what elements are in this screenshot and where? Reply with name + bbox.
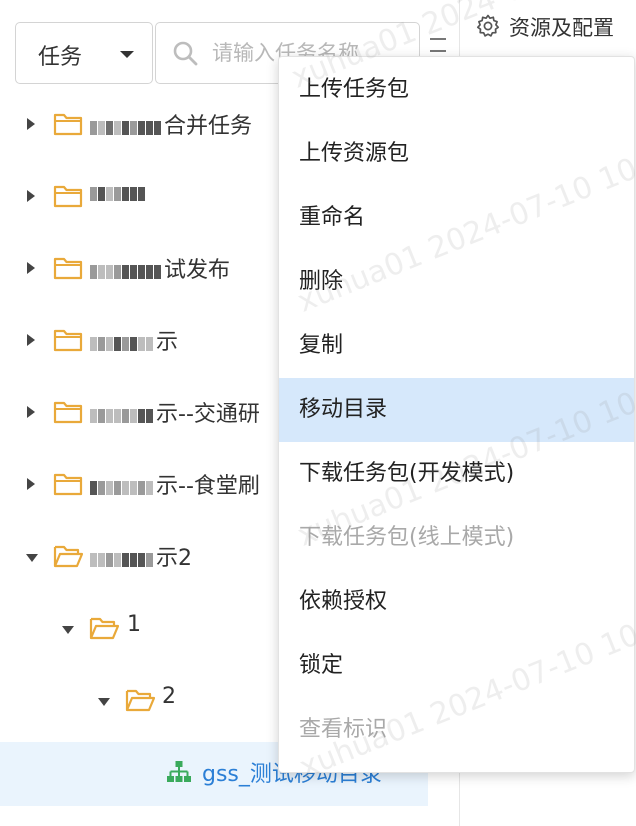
tree-label: 合并任务	[90, 108, 252, 140]
menu-item-lock[interactable]: 锁定	[279, 634, 634, 698]
redacted-text	[90, 115, 162, 140]
caret-right-icon[interactable]	[27, 478, 35, 490]
caret-right-icon[interactable]	[27, 190, 35, 202]
workflow-icon	[167, 761, 191, 782]
tree-label	[90, 180, 148, 206]
menu-item-download-online-mode: 下载任务包(线上模式)	[299, 525, 515, 550]
context-menu: 上传任务包 上传资源包 重命名 删除 复制 移动目录 下载任务包(开发模式) 下…	[278, 56, 635, 773]
menu-item-copy[interactable]: 复制	[279, 314, 634, 378]
redacted-text	[90, 181, 146, 206]
folder-open-icon	[125, 689, 155, 712]
filter-icon[interactable]	[430, 38, 446, 52]
resource-config-link[interactable]: 资源及配置	[509, 12, 614, 42]
redacted-text	[90, 331, 154, 356]
menu-item-view-identifier: 查看标识	[299, 717, 388, 742]
caret-right-icon[interactable]	[27, 262, 35, 274]
caret-down-icon[interactable]	[26, 554, 38, 562]
tree-label: 示--交通研	[90, 396, 260, 428]
menu-item-move-directory[interactable]: 移动目录	[279, 378, 634, 442]
type-select[interactable]: 任务	[15, 22, 153, 84]
folder-icon	[53, 185, 83, 208]
folder-icon	[53, 113, 83, 136]
folder-open-icon	[89, 617, 119, 640]
folder-icon	[53, 401, 83, 424]
gear-icon	[476, 14, 500, 37]
tree-label: 2	[162, 684, 176, 709]
caret-right-icon[interactable]	[27, 334, 35, 346]
tree-label: 试发布	[90, 252, 230, 284]
caret-right-icon[interactable]	[27, 406, 35, 418]
redacted-text	[90, 259, 162, 284]
folder-icon	[53, 473, 83, 496]
caret-down-icon	[120, 51, 134, 58]
menu-item-rename[interactable]: 重命名	[279, 186, 634, 250]
folder-open-icon	[53, 545, 83, 568]
redacted-text	[90, 547, 154, 572]
caret-down-icon[interactable]	[98, 698, 110, 706]
tree-label: 示	[90, 324, 178, 356]
type-select-value: 任务	[38, 45, 83, 70]
menu-item-download-dev-mode[interactable]: 下载任务包(开发模式)	[279, 442, 634, 506]
search-icon	[173, 41, 198, 66]
caret-down-icon[interactable]	[62, 626, 74, 634]
tree-label: 示2	[90, 540, 192, 572]
menu-item-dependency-authorization[interactable]: 依赖授权	[279, 570, 634, 634]
menu-item-upload-resource-package[interactable]: 上传资源包	[279, 122, 634, 186]
menu-item-delete[interactable]: 删除	[279, 250, 634, 314]
tree-label: 示--食堂刷	[90, 468, 260, 500]
caret-right-icon[interactable]	[27, 118, 35, 130]
menu-item-upload-task-package[interactable]: 上传任务包	[279, 58, 634, 122]
tree-label: 1	[127, 612, 141, 637]
folder-icon	[53, 257, 83, 280]
redacted-text	[90, 403, 154, 428]
folder-icon	[53, 329, 83, 352]
redacted-text	[90, 475, 154, 500]
